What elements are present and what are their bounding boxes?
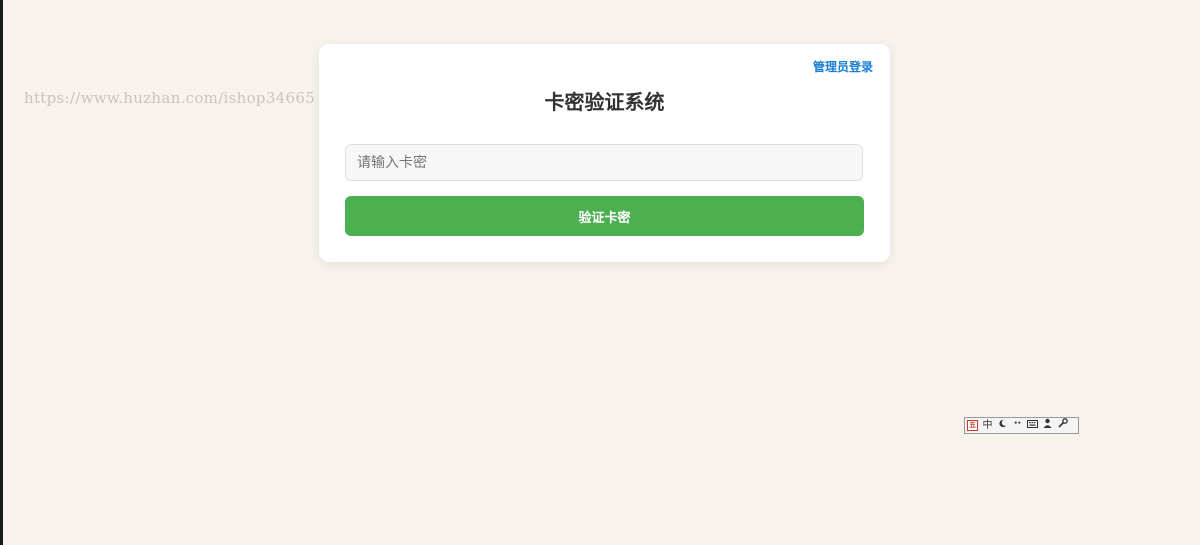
admin-login-link[interactable]: 管理员登录 (813, 58, 873, 75)
punctuation-icon[interactable] (1012, 418, 1023, 433)
verification-card: 管理员登录 卡密验证系统 验证卡密 (319, 44, 890, 262)
user-icon[interactable] (1042, 418, 1053, 433)
ime-toolbar: 五 中 (964, 417, 1079, 434)
ime-logo-icon[interactable]: 五 (967, 420, 978, 431)
verify-button[interactable]: 验证卡密 (345, 196, 864, 236)
ime-mode-toggle[interactable]: 中 (982, 418, 993, 433)
wrench-icon[interactable] (1057, 418, 1068, 433)
page-title: 卡密验证系统 (544, 90, 665, 114)
half-moon-icon[interactable] (997, 418, 1008, 433)
watermark-url: https://www.huzhan.com/ishop34665 (24, 89, 316, 107)
card-code-input[interactable] (345, 144, 863, 181)
keyboard-icon[interactable] (1027, 418, 1038, 433)
window-left-edge (0, 0, 3, 545)
